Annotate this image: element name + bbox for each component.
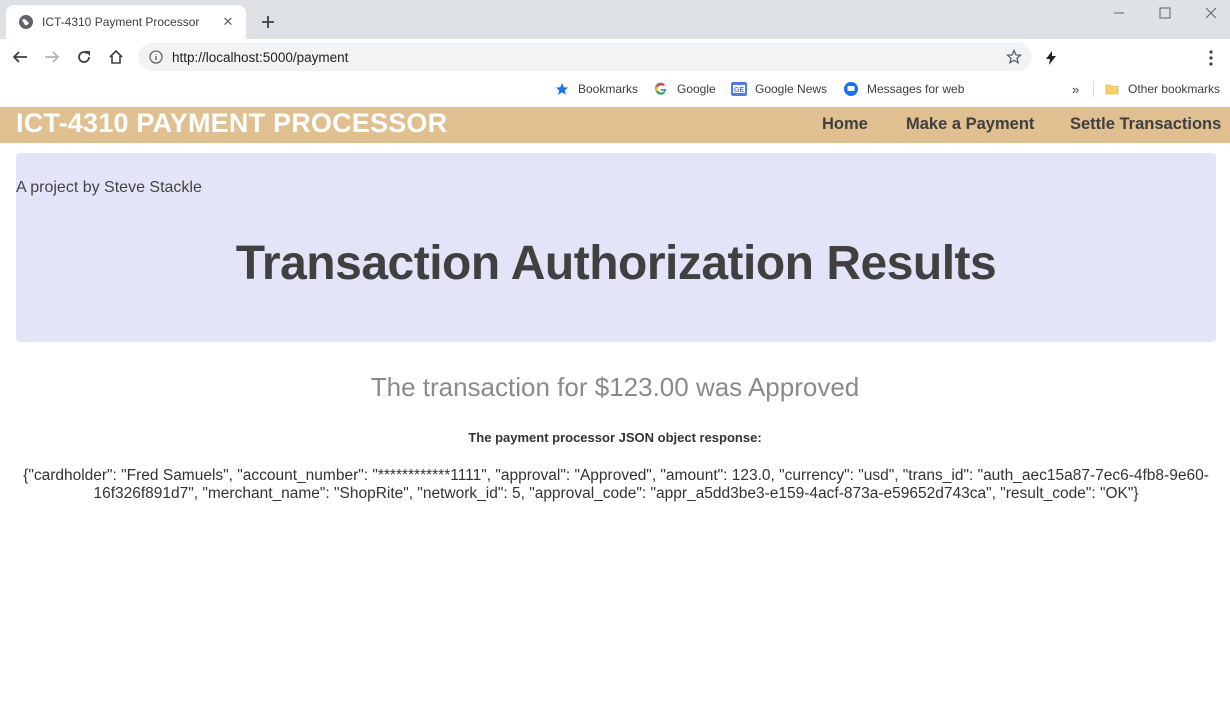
bookmark-label: Other bookmarks [1128, 82, 1221, 96]
bookmarks-bar: Bookmarks Google GE Google News Messages… [0, 75, 1230, 103]
google-icon [653, 81, 669, 97]
forward-icon[interactable] [38, 43, 66, 71]
globe-icon [18, 14, 34, 30]
nav-make-payment[interactable]: Make a Payment [906, 115, 1034, 134]
project-byline: A project by Steve Stackle [16, 179, 202, 196]
new-tab-icon[interactable] [256, 10, 280, 34]
close-window-icon[interactable] [1188, 0, 1230, 26]
svg-text:GE: GE [734, 87, 744, 94]
more-bookmarks-icon[interactable]: » [1072, 79, 1079, 99]
json-response-label: The payment processor JSON object respon… [468, 430, 762, 445]
bookmark-messages[interactable]: Messages for web [843, 79, 964, 99]
close-tab-icon[interactable]: ✕ [220, 14, 236, 30]
maximize-icon[interactable] [1142, 0, 1188, 26]
reload-icon[interactable] [70, 43, 98, 71]
bookmark-separator [1093, 81, 1094, 97]
folder-icon [1104, 81, 1120, 97]
transaction-result-message: The transaction for $123.00 was Approved [370, 372, 860, 402]
browser-menu-icon[interactable] [1200, 47, 1222, 69]
site-header: ICT-4310 PAYMENT PROCESSOR Home Make a P… [0, 107, 1230, 143]
bookmark-google[interactable]: Google [653, 79, 716, 99]
browser-toolbar: http://localhost:5000/payment [0, 39, 1230, 75]
nav-settle-transactions[interactable]: Settle Transactions [1070, 115, 1221, 134]
tab-title: ICT-4310 Payment Processor [42, 15, 200, 29]
messages-icon [843, 81, 859, 97]
json-response-body: {"cardholder": "Fred Samuels", "account_… [23, 467, 1209, 502]
bookmark-star-icon[interactable] [1000, 43, 1028, 71]
bookmark-label: Google News [755, 82, 828, 96]
google-news-icon: GE [731, 81, 747, 97]
other-bookmarks[interactable]: Other bookmarks [1104, 79, 1220, 99]
tab-strip: ICT-4310 Payment Processor ✕ [0, 0, 1230, 39]
site-brand[interactable]: ICT-4310 PAYMENT PROCESSOR [16, 108, 447, 139]
home-icon[interactable] [102, 43, 130, 71]
bookmark-bookmarks[interactable]: Bookmarks [554, 79, 638, 99]
nav-home[interactable]: Home [822, 115, 868, 134]
back-icon[interactable] [6, 43, 34, 71]
star-icon [554, 81, 570, 97]
extension-lightning-icon[interactable] [1040, 47, 1062, 69]
bookmark-label: Messages for web [867, 82, 965, 96]
bookmark-google-news[interactable]: GE Google News [731, 79, 827, 99]
browser-tab[interactable]: ICT-4310 Payment Processor ✕ [6, 5, 246, 39]
bookmark-label: Google [677, 82, 716, 96]
url-text[interactable]: http://localhost:5000/payment [172, 50, 1000, 65]
info-icon[interactable] [148, 49, 164, 65]
hero-banner: A project by Steve Stackle Transaction A… [16, 153, 1216, 342]
page-title: Transaction Authorization Results [235, 237, 997, 290]
address-bar[interactable]: http://localhost:5000/payment [138, 43, 1032, 71]
bookmark-label: Bookmarks [578, 82, 639, 96]
minimize-icon[interactable] [1096, 0, 1142, 26]
